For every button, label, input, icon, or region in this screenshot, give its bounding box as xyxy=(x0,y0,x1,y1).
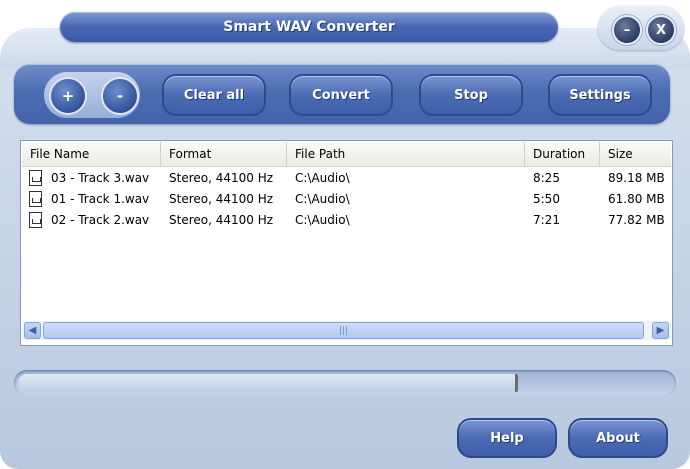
wav-file-icon xyxy=(29,191,42,207)
progress-bar xyxy=(18,374,518,392)
list-header: File Name Format File Path Duration Size xyxy=(22,142,671,167)
scroll-left-button[interactable]: ◀ xyxy=(24,322,41,339)
file-duration: 5:50 xyxy=(533,192,560,206)
file-path: C:\Audio\ xyxy=(295,171,350,185)
help-label: Help xyxy=(490,430,524,446)
file-format: Stereo, 44100 Hz xyxy=(169,171,274,185)
window-title: Smart WAV Converter xyxy=(223,19,395,35)
title-bar[interactable]: Smart WAV Converter xyxy=(60,12,558,42)
column-header-duration[interactable]: Duration xyxy=(525,142,600,166)
file-size: 61.80 MB xyxy=(608,192,665,206)
stop-label: Stop xyxy=(454,87,488,103)
progress-track xyxy=(14,370,676,396)
horizontal-scrollbar[interactable]: ◀ ||| ▶ xyxy=(22,321,671,340)
file-size: 89.18 MB xyxy=(608,171,665,185)
table-row[interactable]: 03 - Track 3.wav Stereo, 44100 Hz C:\Aud… xyxy=(22,168,671,189)
file-duration: 7:21 xyxy=(533,213,560,227)
remove-files-button[interactable]: - xyxy=(101,77,139,115)
scroll-right-button[interactable]: ▶ xyxy=(652,322,669,339)
file-path: C:\Audio\ xyxy=(295,213,350,227)
app-window: Smart WAV Converter – X + - Clear all Co… xyxy=(0,0,690,469)
close-button[interactable]: X xyxy=(646,15,676,45)
file-path: C:\Audio\ xyxy=(295,192,350,206)
column-header-size[interactable]: Size xyxy=(600,142,671,166)
file-size: 77.82 MB xyxy=(608,213,665,227)
settings-label: Settings xyxy=(569,87,631,103)
file-format: Stereo, 44100 Hz xyxy=(169,213,274,227)
file-name: 02 - Track 2.wav xyxy=(51,213,150,227)
minimize-button[interactable]: – xyxy=(612,15,642,45)
file-format: Stereo, 44100 Hz xyxy=(169,192,274,206)
arrow-right-icon: ▶ xyxy=(656,325,665,336)
file-name: 03 - Track 3.wav xyxy=(51,171,150,185)
about-label: About xyxy=(596,430,640,446)
column-header-file-name[interactable]: File Name xyxy=(22,142,161,166)
grip-icon: ||| xyxy=(338,325,349,336)
close-icon: X xyxy=(655,22,667,38)
file-duration: 8:25 xyxy=(533,171,560,185)
column-header-file-path[interactable]: File Path xyxy=(287,142,525,166)
column-header-format[interactable]: Format xyxy=(161,142,287,166)
clear-all-label: Clear all xyxy=(183,87,245,103)
help-button[interactable]: Help xyxy=(457,418,557,458)
convert-label: Convert xyxy=(312,87,370,103)
settings-button[interactable]: Settings xyxy=(548,74,652,116)
about-button[interactable]: About xyxy=(568,418,668,458)
clear-all-button[interactable]: Clear all xyxy=(162,74,266,116)
table-row[interactable]: 02 - Track 2.wav Stereo, 44100 Hz C:\Aud… xyxy=(22,210,671,231)
table-row[interactable]: 01 - Track 1.wav Stereo, 44100 Hz C:\Aud… xyxy=(22,189,671,210)
scrollbar-thumb[interactable]: ||| xyxy=(43,322,644,339)
file-list[interactable]: File Name Format File Path Duration Size… xyxy=(20,140,673,346)
plus-icon: + xyxy=(61,87,75,105)
stop-button[interactable]: Stop xyxy=(419,74,523,116)
minus-icon: - xyxy=(116,87,124,105)
add-files-button[interactable]: + xyxy=(49,77,87,115)
convert-button[interactable]: Convert xyxy=(289,74,393,116)
file-name: 01 - Track 1.wav xyxy=(51,192,150,206)
wav-file-icon xyxy=(29,170,42,186)
minimize-icon: – xyxy=(623,22,631,38)
arrow-left-icon: ◀ xyxy=(28,325,37,336)
wav-file-icon xyxy=(29,212,42,228)
